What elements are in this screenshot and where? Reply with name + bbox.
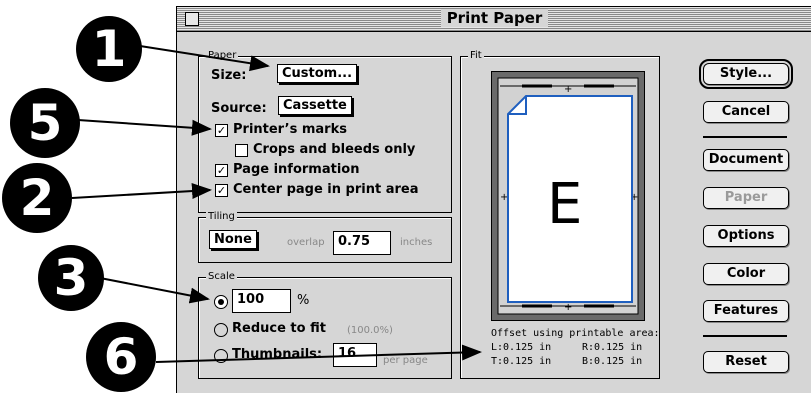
callout-6: 6 — [86, 322, 156, 392]
callout-1: 1 — [76, 16, 142, 82]
callout-3: 3 — [38, 245, 104, 311]
callout-5: 5 — [10, 88, 80, 158]
callout-2: 2 — [2, 163, 72, 233]
